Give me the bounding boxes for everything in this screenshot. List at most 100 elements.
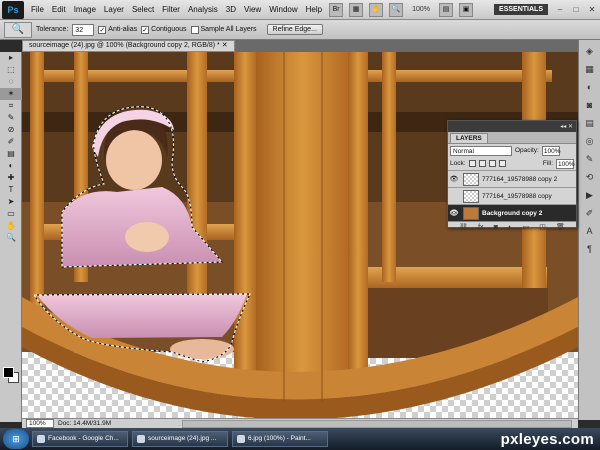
- post-right-back: [382, 52, 396, 282]
- taskbar-item-paint[interactable]: 6.jpg (100%) - Paint...: [232, 431, 328, 447]
- lock-all-icon[interactable]: [498, 160, 506, 167]
- menu-analysis[interactable]: Analysis: [184, 0, 222, 20]
- lock-image-icon[interactable]: [478, 160, 486, 167]
- link-layers-icon[interactable]: ⛓: [459, 223, 468, 231]
- horizontal-scrollbar[interactable]: [182, 420, 572, 428]
- new-layer-icon[interactable]: ◳: [539, 223, 546, 231]
- post-right-front: [348, 52, 368, 382]
- contiguous-option[interactable]: ✓ Contiguous: [141, 25, 187, 34]
- healing-brush-tool-icon[interactable]: ⊘: [0, 124, 22, 136]
- menu-window[interactable]: Window: [265, 0, 301, 20]
- magic-wand-tool-icon[interactable]: ✶: [0, 88, 22, 100]
- layer-row-active[interactable]: 👁 Background copy 2: [448, 204, 576, 221]
- history-panel-icon[interactable]: ⟲: [582, 170, 598, 184]
- lasso-tool-icon[interactable]: ◌: [0, 76, 22, 88]
- clone-stamp-tool-icon[interactable]: ▤: [0, 148, 22, 160]
- layers-panel-icon[interactable]: ▤: [582, 116, 598, 130]
- character-panel-icon[interactable]: A: [582, 224, 598, 238]
- menu-3d[interactable]: 3D: [222, 0, 240, 20]
- taskbar-item-browser[interactable]: Facebook - Google Ch...: [32, 431, 128, 447]
- shape-tool-icon[interactable]: ▭: [0, 208, 22, 220]
- path-selection-tool-icon[interactable]: ➤: [0, 196, 22, 208]
- menu-bar: Ps File Edit Image Layer Select Filter A…: [0, 0, 600, 20]
- hand-icon[interactable]: ✋: [369, 2, 384, 17]
- opacity-input[interactable]: 100%: [541, 145, 560, 156]
- taskbar-item-photoshop[interactable]: sourceimage (24).jpg ...: [132, 431, 228, 447]
- crop-tool-icon[interactable]: ⌗: [0, 100, 22, 112]
- channels-panel-icon[interactable]: ◎: [582, 134, 598, 148]
- foreground-color-swatch[interactable]: [3, 367, 14, 378]
- move-tool-icon[interactable]: ▸: [0, 52, 22, 64]
- tab-layers[interactable]: LAYERS: [450, 133, 488, 143]
- close-button[interactable]: ✕: [585, 4, 599, 16]
- zoom-icon[interactable]: 🔍: [389, 2, 404, 17]
- tolerance-input[interactable]: 32: [72, 23, 95, 36]
- layer-style-icon[interactable]: fx: [478, 224, 483, 231]
- anti-alias-option[interactable]: ✓ Anti-alias: [98, 25, 137, 34]
- mini-bridge-icon[interactable]: ▦: [349, 2, 364, 17]
- lock-transparent-icon[interactable]: [468, 160, 476, 167]
- adjustment-layer-icon[interactable]: ◐: [508, 224, 512, 231]
- menu-image[interactable]: Image: [70, 0, 100, 20]
- adjustments-panel-icon[interactable]: ◐: [582, 80, 598, 94]
- lock-position-icon[interactable]: [488, 160, 496, 167]
- sample-all-layers-label: Sample All Layers: [200, 26, 257, 33]
- canvas-artwork: [22, 52, 578, 418]
- status-zoom-input[interactable]: 100%: [26, 419, 54, 428]
- zoom-level-select[interactable]: 100%: [412, 6, 430, 13]
- screen-mode-icon[interactable]: ▣: [459, 2, 473, 17]
- sample-all-layers-option[interactable]: Sample All Layers: [190, 25, 257, 34]
- delete-layer-icon[interactable]: 🗑: [556, 223, 565, 231]
- menu-file[interactable]: File: [27, 0, 48, 20]
- opacity-label: Opacity:: [515, 147, 539, 154]
- tool-preset-picker[interactable]: 🔍: [4, 21, 32, 38]
- anti-alias-checkbox[interactable]: ✓: [98, 25, 107, 34]
- marquee-tool-icon[interactable]: ⬚: [0, 64, 22, 76]
- document-canvas[interactable]: [22, 52, 578, 418]
- contiguous-checkbox[interactable]: ✓: [141, 25, 150, 34]
- menu-edit[interactable]: Edit: [48, 0, 70, 20]
- gradient-tool-icon[interactable]: ✚: [0, 172, 22, 184]
- add-mask-icon[interactable]: ◙: [494, 224, 498, 231]
- menu-select[interactable]: Select: [128, 0, 158, 20]
- layer-row[interactable]: 👁 777164_19578988 copy 2: [448, 170, 576, 187]
- brush-tool-icon[interactable]: ✐: [0, 136, 22, 148]
- document-size-info[interactable]: Doc: 14.4M/31.9M: [58, 420, 111, 427]
- visibility-eye-icon[interactable]: 👁: [448, 209, 460, 217]
- refine-edge-button[interactable]: Refine Edge...: [266, 24, 323, 35]
- layer-row[interactable]: 777164_19578988 copy: [448, 187, 576, 204]
- menu-layer[interactable]: Layer: [100, 0, 128, 20]
- brush-panel-icon[interactable]: ✐: [582, 206, 598, 220]
- menu-help[interactable]: Help: [302, 0, 326, 20]
- layers-panel-footer: ⛓ fx ◙ ◐ ▭ ◳ 🗑: [448, 221, 576, 232]
- visibility-eye-icon[interactable]: 👁: [448, 175, 460, 183]
- eraser-tool-icon[interactable]: ◐: [0, 160, 22, 172]
- maximize-button[interactable]: □: [569, 4, 583, 16]
- start-button[interactable]: ⊞: [3, 429, 29, 449]
- masks-panel-icon[interactable]: ◙: [582, 98, 598, 112]
- paragraph-panel-icon[interactable]: ¶: [582, 242, 598, 256]
- eyedropper-tool-icon[interactable]: ✎: [0, 112, 22, 124]
- taskbar-item-label: 6.jpg (100%) - Paint...: [248, 435, 311, 442]
- sample-all-layers-checkbox[interactable]: [190, 25, 199, 34]
- swatches-panel-icon[interactable]: ▦: [582, 62, 598, 76]
- color-panel-icon[interactable]: ◈: [582, 44, 598, 58]
- layers-panel-header[interactable]: ◂◂ ✕: [448, 121, 576, 132]
- fill-input[interactable]: 100%: [556, 158, 575, 169]
- zoom-tool-icon[interactable]: 🔍: [0, 232, 22, 244]
- menu-view[interactable]: View: [240, 0, 265, 20]
- bridge-icon[interactable]: Br: [329, 2, 344, 17]
- new-group-icon[interactable]: ▭: [522, 223, 529, 231]
- menu-filter[interactable]: Filter: [158, 0, 184, 20]
- paths-panel-icon[interactable]: ✎: [582, 152, 598, 166]
- layer-thumbnail: [463, 189, 479, 203]
- arrange-icon[interactable]: ▤: [439, 2, 453, 17]
- status-bar: 100% Doc: 14.4M/31.9M: [22, 418, 578, 428]
- document-tab[interactable]: sourceimage (24).jpg @ 100% (Background …: [22, 40, 235, 52]
- type-tool-icon[interactable]: T: [0, 184, 22, 196]
- hand-tool-icon[interactable]: ✋: [0, 220, 22, 232]
- actions-panel-icon[interactable]: ▶: [582, 188, 598, 202]
- minimize-button[interactable]: –: [553, 4, 567, 16]
- workspace-switcher[interactable]: ESSENTIALS: [494, 4, 548, 15]
- blend-mode-select[interactable]: Normal: [450, 145, 512, 156]
